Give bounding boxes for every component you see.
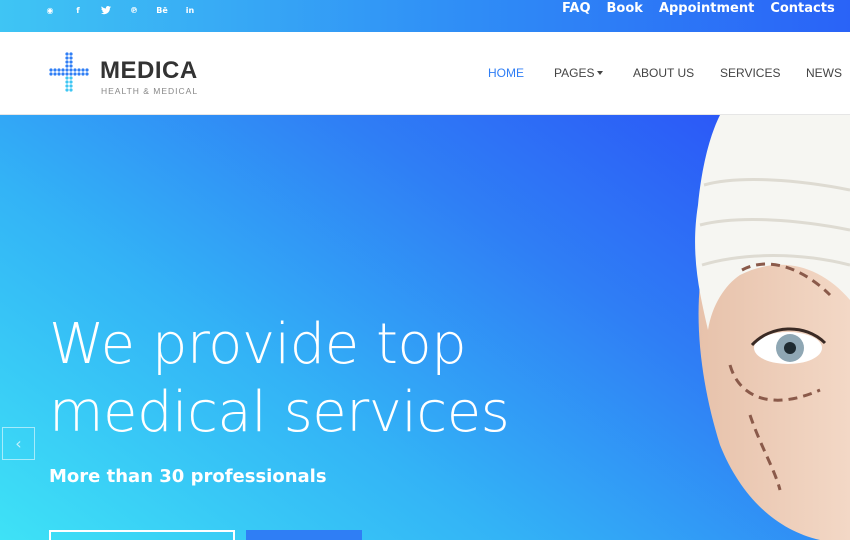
contacts-link[interactable]: Contacts [770,0,834,18]
nav-pages-label: PAGES [554,66,595,80]
nav-about-us[interactable]: ABOUT US [633,65,694,81]
hero-headline: We provide top medical services [49,311,510,447]
slider-prev-button[interactable]: ‹ [2,427,35,460]
pinterest-icon[interactable]: ℗ [129,5,139,15]
linkedin-icon[interactable]: in [185,5,195,15]
appointment-link[interactable]: Appointment [659,0,754,18]
top-nav: FAQ Book Appointment Contacts conta [562,0,850,18]
social-links: ◉ f ℗ Bē in [45,0,195,20]
nav-services[interactable]: SERVICES [720,65,780,81]
behance-icon[interactable]: Bē [156,5,168,15]
book-link[interactable]: Book [607,0,643,18]
main-nav: HOME PAGES ABOUT US SERVICES NEWS [0,65,850,81]
nav-pages[interactable]: PAGES [554,65,604,81]
site-header: MEDICA HEALTH & MEDICAL HOME PAGES ABOUT… [0,32,850,115]
twitter-icon[interactable] [101,5,111,15]
hero-outline-button[interactable] [49,530,235,540]
hero-headline-line-1: We provide top [49,312,467,377]
brand-tagline: HEALTH & MEDICAL [101,86,199,96]
hero-headline-line-2: medical services [49,380,510,445]
top-bar: ◉ f ℗ Bē in FAQ Book Appointment Contact… [0,0,850,32]
facebook-icon[interactable]: f [73,5,83,15]
dribbble-icon[interactable]: ◉ [45,5,55,15]
hero-subheadline: More than 30 professionals [49,466,327,487]
caret-down-icon [597,70,604,75]
hero-patient-image [695,115,850,540]
hero-primary-button[interactable] [246,530,362,540]
hero-slider: ‹ We provide top medical services More t… [0,115,850,540]
nav-home[interactable]: HOME [488,65,524,81]
chevron-left-icon: ‹ [15,434,22,453]
faq-link[interactable]: FAQ [562,0,591,18]
nav-news[interactable]: NEWS [806,65,842,81]
